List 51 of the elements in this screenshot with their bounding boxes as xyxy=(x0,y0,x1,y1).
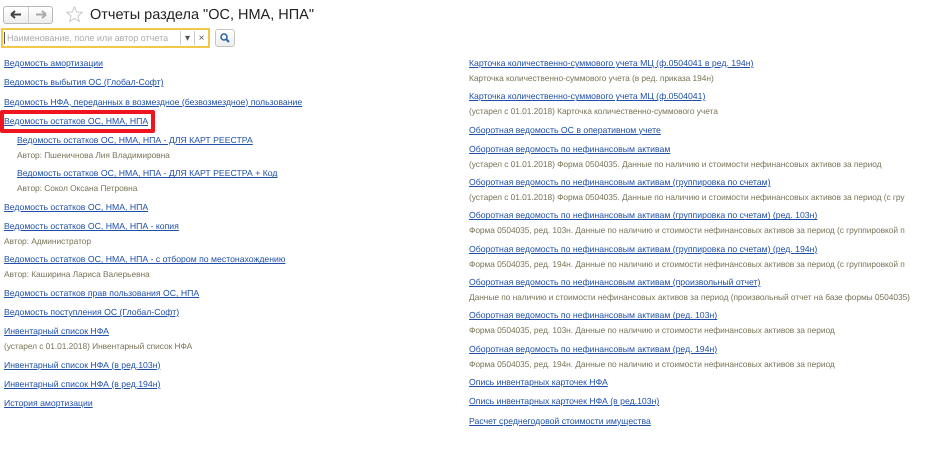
report-description: (устарел с 01.01.2018) Карточка количественно-суммового учета xyxy=(469,105,719,118)
left-arrow-icon xyxy=(10,10,22,19)
report-link[interactable]: Ведомость выбытия ОС (Глобал-Софт) xyxy=(4,74,164,90)
report-link[interactable]: Ведомость остатков ОС, НМА, НПА xyxy=(4,112,148,129)
report-link[interactable]: Опись инвентарных карточек НФА xyxy=(469,374,608,390)
report-link[interactable]: История амортизации xyxy=(4,395,93,412)
report-description: Данные по наличию и стоимости нефинансовых активов за период (произвольный отчет на базе формы 0504035) xyxy=(469,291,911,304)
report-link[interactable]: Ведомость НФА, переданных в возмездное (безвозмездное) пользование xyxy=(4,94,302,110)
report-description: Форма 0504035, ред. 194н. Данные по наличию и стоимости нефинансовых активов за период xyxy=(469,358,836,371)
clear-button[interactable]: × xyxy=(194,31,208,45)
window-title: Отчеты раздела "ОС, НМА, НПА" xyxy=(90,6,314,22)
report-link[interactable]: Ведомость остатков ОС, НМА, НПА - копия xyxy=(4,218,179,234)
star-icon[interactable] xyxy=(66,6,83,23)
report-link[interactable]: Оборотная ведомость по нефинансовым активам (группировка по счетам) xyxy=(469,174,770,190)
report-link[interactable]: Инвентарный список НФА xyxy=(4,323,109,340)
report-description: Форма 0504035, ред. 103н. Данные по наличию и стоимости нефинансовых активов за период (с группировкой п xyxy=(469,224,906,238)
report-link[interactable]: Ведомость остатков ОС, НМА, НПА - ДЛЯ КАРТ РЕЕСТРА xyxy=(17,132,253,148)
report-link[interactable]: Опись инвентарных карточек НФА (в ред.103н) xyxy=(469,393,660,410)
report-link[interactable]: Ведомость остатков ОС, НМА, НПА - ДЛЯ КАРТ РЕЕСТРА + Код xyxy=(17,165,278,182)
report-link[interactable]: Ведомость поступления ОС (Глобал-Софт) xyxy=(4,304,180,320)
report-link[interactable]: Карточка количественно-суммового учета МЦ (ф.0504041) xyxy=(469,88,706,104)
report-link[interactable]: Оборотная ведомость по нефинансовым активам (произвольный отчет) xyxy=(469,274,760,290)
report-description: Автор: Каширина Лариса Валерьевна xyxy=(4,268,151,282)
report-description: (устарел с 01.01.2018) Форма 0504035. Данные по наличию и стоимости нефинансовых активов за период (с гру xyxy=(469,191,906,204)
search-button[interactable] xyxy=(215,29,235,47)
report-link[interactable]: Карточка количественно-суммового учета МЦ (ф.0504041 в ред. 194н) xyxy=(469,55,754,71)
report-description: Карточка количественно-суммового учета (в ред. приказа 194н) xyxy=(469,72,715,85)
report-link[interactable]: Оборотная ведомость по нефинансовым активам (ред. 194н) xyxy=(469,340,718,357)
report-link[interactable]: Ведомость остатков ОС, НМА, НПА xyxy=(4,198,148,215)
report-description: Автор: Администратор xyxy=(4,235,92,248)
report-link[interactable]: Оборотная ведомость по нефинансовым активам xyxy=(469,140,670,157)
report-description: (устарел с 01.01.2018) Инвентарный список НФА xyxy=(4,340,194,354)
report-description: (устарел с 01.01.2018) Форма 0504035. Данные по наличию и стоимости нефинансовых активов за период xyxy=(469,158,882,171)
dropdown-button[interactable]: ▾ xyxy=(180,31,194,45)
report-link[interactable]: Расчет среднегодовой стоимости имущества xyxy=(469,412,651,429)
report-link[interactable]: Оборотная ведомость по нефинансовым активам (группировка по счетам) (ред. 103н) xyxy=(469,207,818,224)
report-link[interactable]: Оборотная ведомость ОС в оперативном учете xyxy=(469,122,661,138)
report-link[interactable]: Ведомость амортизации xyxy=(4,55,104,71)
report-link[interactable]: Ведомость остатков прав пользования ОС, НПА xyxy=(4,284,200,301)
report-link[interactable]: Ведомость остатков ОС, НМА, НПА - с отбором по местонахождению xyxy=(4,251,286,268)
report-description: Форма 0504035, ред. 194н. Данные по наличию и стоимости нефинансовых активов за период (с группировкой п xyxy=(469,258,906,271)
report-description: Форма 0504035, ред. 103н. Данные по наличию и стоимости нефинансовых активов за период xyxy=(469,324,836,338)
search-field[interactable]: Наименование, поле или автор отчета ▾ × xyxy=(1,28,210,48)
report-link[interactable]: Оборотная ведомость по нефинансовым активам (группировка по счетам) (ред. 194н) xyxy=(469,240,818,257)
report-link[interactable]: Инвентарный список НФА (в ред.103н) xyxy=(4,356,160,373)
search-icon xyxy=(220,33,230,43)
report-description: Автор: Сокол Оксана Петровна xyxy=(17,182,138,196)
report-description: Автор: Пшеничнова Лия Владимировна xyxy=(17,149,171,162)
report-link[interactable]: Инвентарный список НФА (в ред.194н) xyxy=(4,376,160,392)
right-arrow-icon xyxy=(34,10,46,19)
report-link[interactable]: Оборотная ведомость по нефинансовым активам (ред. 103н) xyxy=(469,307,718,324)
